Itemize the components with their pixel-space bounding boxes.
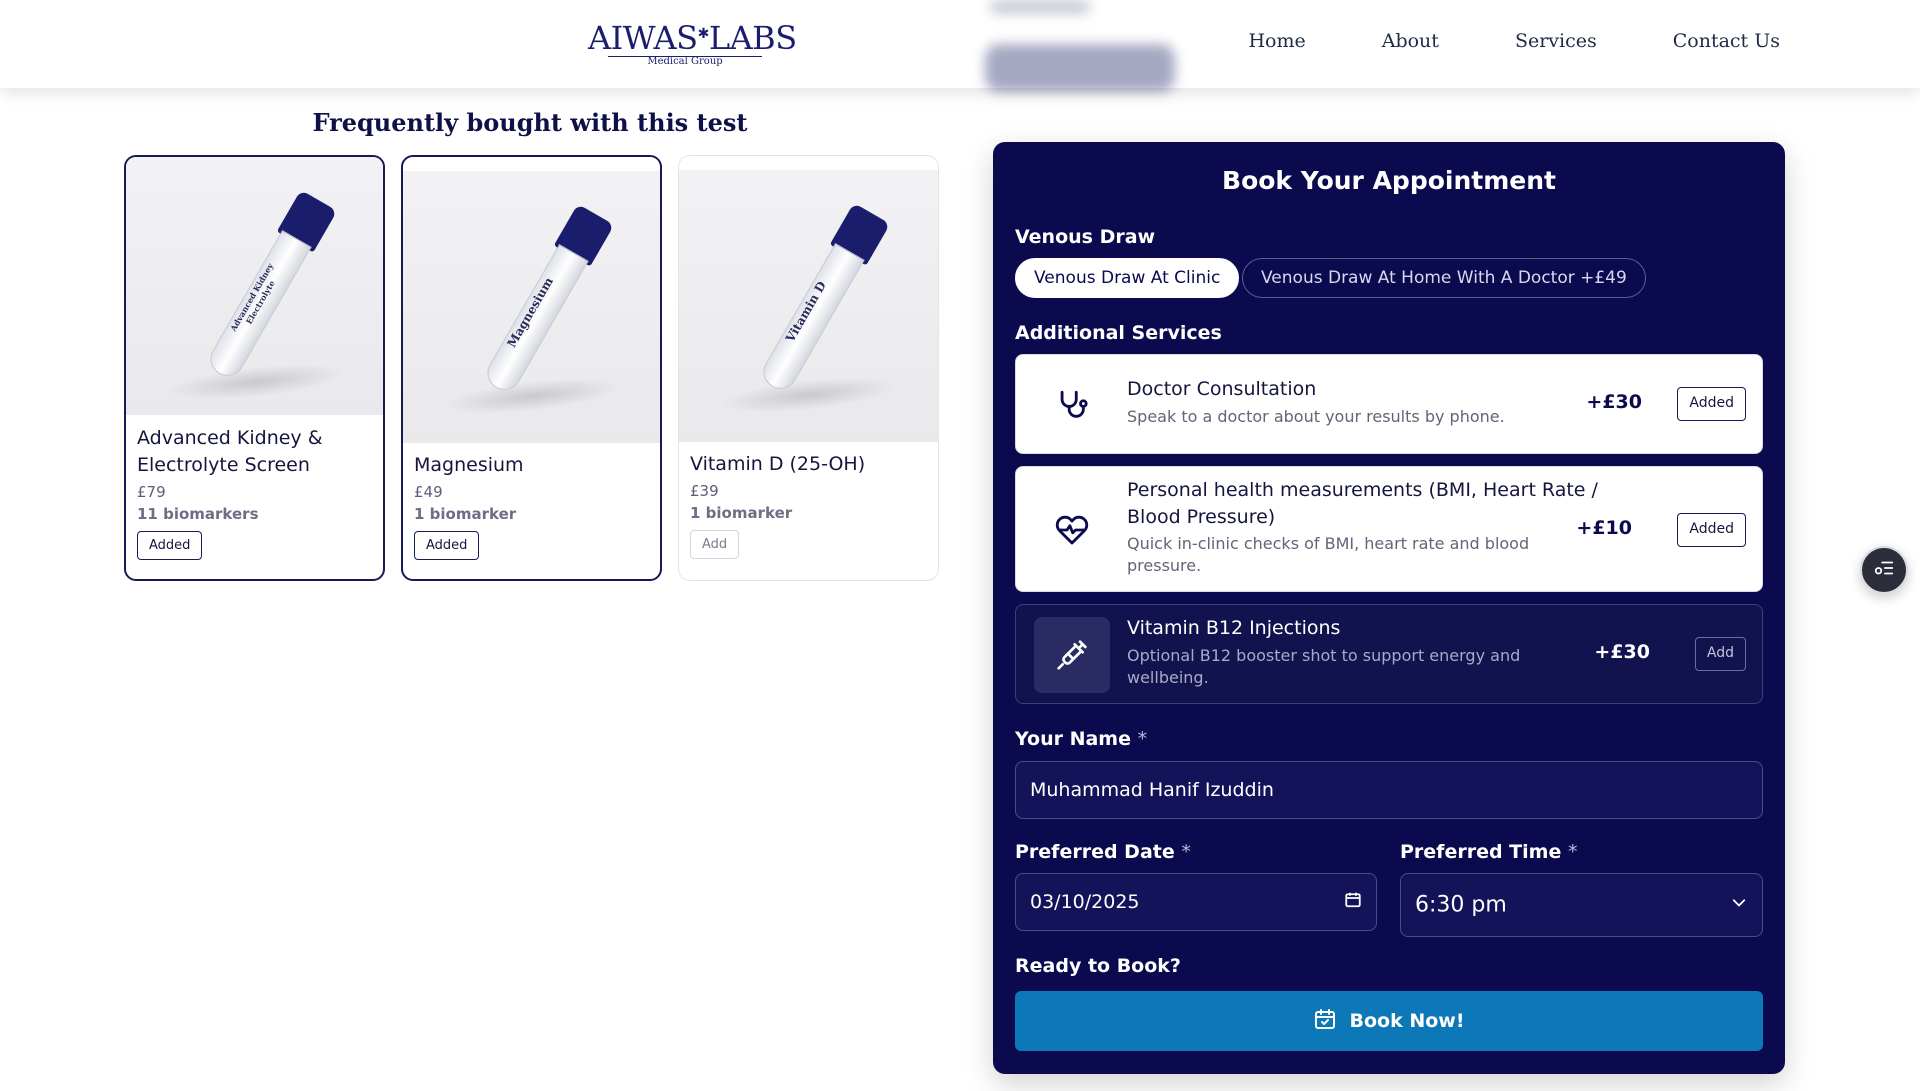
calendar-icon[interactable] (1344, 891, 1362, 914)
date-input[interactable]: 03/10/2025 (1015, 873, 1377, 931)
service-title: Vitamin B12 Injections (1127, 617, 1341, 639)
service-description: Speak to a doctor about your results by … (1127, 407, 1505, 426)
heart-pulse-icon (1034, 492, 1110, 568)
required-mark: * (1181, 841, 1191, 863)
nav-home[interactable]: Home (1248, 30, 1305, 52)
blurred-overlay-bottom (985, 44, 1175, 92)
nav-services[interactable]: Services (1515, 30, 1597, 52)
test-tube-icon: Magnesium (474, 202, 617, 400)
logo-text-main: AIWAS (588, 19, 698, 57)
logo-text-labs: LABS (708, 19, 797, 57)
blurred-overlay-top (990, 0, 1090, 14)
booking-panel: Book Your Appointment Venous Draw Venous… (993, 142, 1785, 1074)
book-now-button[interactable]: Book Now! (1015, 991, 1763, 1051)
venous-clinic-option[interactable]: Venous Draw At Clinic (1015, 258, 1240, 298)
required-mark: * (1137, 728, 1148, 750)
test-tube-icon: Vitamin D (750, 201, 893, 399)
service-health-measurements[interactable]: Personal health measurements (BMI, Heart… (1015, 466, 1763, 592)
service-description: Optional B12 booster shot to support ene… (1127, 646, 1521, 687)
time-select-value: 6:30 pm (1415, 892, 1507, 918)
product-image: Vitamin D (679, 170, 938, 442)
added-button[interactable]: Added (414, 531, 480, 560)
book-now-label: Book Now! (1349, 1010, 1465, 1032)
service-price: +£30 (1586, 391, 1642, 413)
product-name: Magnesium (414, 454, 524, 476)
brand-logo[interactable]: AIWAS✱LABS Medical Group (588, 19, 797, 70)
floating-menu-button[interactable] (1860, 546, 1908, 594)
product-biomarkers: 1 biomarker (414, 505, 517, 523)
service-add-button[interactable]: Add (1694, 637, 1746, 671)
product-price: £39 (690, 482, 719, 500)
nav-contact[interactable]: Contact Us (1673, 30, 1780, 52)
venous-draw-label: Venous Draw (1015, 226, 1156, 248)
product-name: Advanced Kidney & Electrolyte Screen (137, 427, 323, 476)
frequently-bought-title: Frequently bought with this test (312, 108, 748, 137)
product-card[interactable]: Vitamin D Vitamin D (25-OH) £39 1 biomar… (678, 155, 939, 581)
time-label: Preferred Time * (1400, 841, 1577, 863)
date-label-text: Preferred Date (1015, 841, 1175, 863)
ready-to-book-label: Ready to Book? (1015, 955, 1181, 977)
booking-title: Book Your Appointment (1222, 166, 1556, 195)
site-header: AIWAS✱LABS Medical Group Home About Serv… (0, 0, 1920, 88)
product-price: £49 (414, 483, 443, 501)
product-price: £79 (137, 483, 166, 501)
time-label-text: Preferred Time (1400, 841, 1562, 863)
product-biomarkers: 11 biomarkers (137, 505, 259, 523)
product-biomarkers: 1 biomarker (690, 504, 793, 522)
product-card[interactable]: Magnesium Magnesium £49 1 biomarker Adde… (401, 155, 662, 581)
time-select[interactable]: 6:30 pm (1400, 873, 1763, 937)
service-title: Personal health measurements (BMI, Heart… (1127, 479, 1598, 528)
date-input-value: 03/10/2025 (1030, 891, 1140, 913)
service-description: Quick in-clinic checks of BMI, heart rat… (1127, 534, 1530, 575)
venous-home-option[interactable]: Venous Draw At Home With A Doctor +£49 (1242, 258, 1646, 298)
product-image: Advanced Kidney Electrolyte (126, 157, 383, 415)
syringe-icon (1034, 617, 1110, 693)
service-price: +£30 (1594, 641, 1650, 663)
logo-star-icon: ✱ (697, 26, 710, 42)
name-input[interactable]: Muhammad Hanif Izuddin (1015, 761, 1763, 819)
stethoscope-icon (1034, 367, 1110, 443)
product-name: Vitamin D (25-OH) (690, 453, 866, 475)
product-image: Magnesium (403, 171, 660, 443)
service-price: +£10 (1576, 517, 1632, 539)
nav-about[interactable]: About (1382, 30, 1439, 52)
required-mark: * (1567, 841, 1578, 863)
service-title: Doctor Consultation (1127, 378, 1317, 400)
main-nav: Home About Services Contact Us (1248, 30, 1780, 52)
additional-services-label: Additional Services (1015, 322, 1222, 344)
service-added-button[interactable]: Added (1677, 387, 1746, 421)
name-label: Your Name * (1015, 728, 1147, 750)
service-b12-injections[interactable]: Vitamin B12 Injections Optional B12 boos… (1015, 604, 1763, 704)
service-added-button[interactable]: Added (1677, 513, 1746, 547)
calendar-check-icon (1313, 1007, 1337, 1036)
product-card[interactable]: Advanced Kidney Electrolyte Advanced Kid… (124, 155, 385, 581)
date-label: Preferred Date * (1015, 841, 1191, 863)
logo-subtitle: Medical Group (608, 56, 762, 67)
service-doctor-consultation[interactable]: Doctor Consultation Speak to a doctor ab… (1015, 354, 1763, 454)
add-button[interactable]: Add (690, 530, 740, 559)
name-label-text: Your Name (1015, 728, 1131, 750)
test-tube-icon: Advanced Kidney Electrolyte (197, 188, 340, 386)
name-input-value: Muhammad Hanif Izuddin (1030, 779, 1274, 801)
list-settings-icon (1873, 557, 1895, 583)
added-button[interactable]: Added (137, 531, 203, 560)
chevron-down-icon (1730, 893, 1748, 918)
